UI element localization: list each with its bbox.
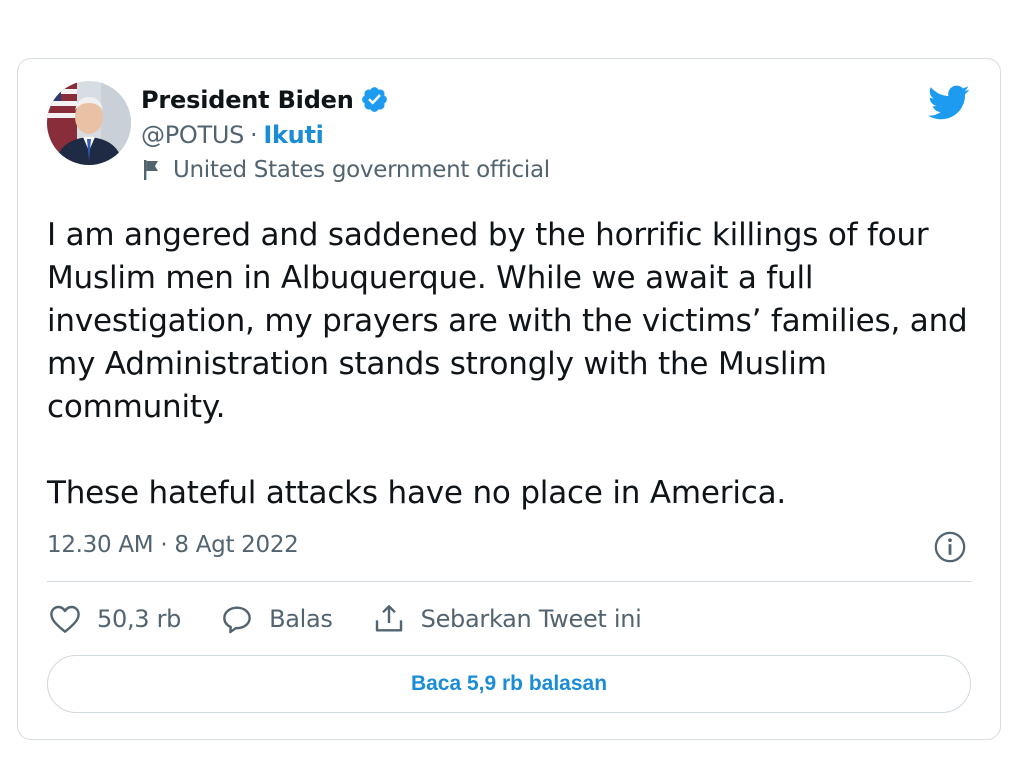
avatar-image <box>47 81 131 165</box>
author-name-row: President Biden <box>141 85 389 114</box>
info-icon[interactable] <box>933 530 967 564</box>
speech-bubble-icon <box>223 606 251 634</box>
follow-link[interactable]: Ikuti <box>263 121 323 149</box>
tweet-paragraph: I am angered and saddened by the horrifi… <box>47 217 968 425</box>
tweet-timestamp[interactable]: 12.30 AM · 8 Agt 2022 <box>47 532 299 558</box>
tweet-paragraph: These hateful attacks have no place in A… <box>47 475 787 511</box>
read-replies-button[interactable]: Baca 5,9 rb balasan <box>47 655 971 713</box>
author-handle[interactable]: @POTUS <box>141 121 244 149</box>
flag-icon <box>144 160 158 180</box>
government-label-text: United States government official <box>173 157 550 183</box>
twitter-bird-icon[interactable] <box>928 85 970 121</box>
author-name[interactable]: President Biden <box>141 86 354 114</box>
tweet-text: I am angered and saddened by the horrifi… <box>47 214 977 515</box>
share-label: Sebarkan Tweet ini <box>420 605 642 633</box>
verified-badge-icon <box>361 87 387 112</box>
heart-icon <box>50 605 80 633</box>
divider <box>47 581 971 582</box>
share-button[interactable]: Sebarkan Tweet ini <box>373 603 642 635</box>
avatar[interactable] <box>47 81 131 165</box>
reply-button[interactable]: Balas <box>221 604 333 634</box>
reply-label: Balas <box>269 605 333 633</box>
government-label: United States government official <box>141 157 550 183</box>
handle-row: @POTUS · Ikuti <box>141 121 324 149</box>
action-bar: 50,3 rb Balas Sebarkan Tweet ini <box>49 603 682 635</box>
like-count: 50,3 rb <box>97 605 182 633</box>
tweet-embed-card: President Biden @POTUS · Ikuti United St… <box>17 58 1001 740</box>
separator-dot: · <box>250 121 258 149</box>
like-button[interactable]: 50,3 rb <box>49 604 181 634</box>
share-icon <box>375 605 402 632</box>
